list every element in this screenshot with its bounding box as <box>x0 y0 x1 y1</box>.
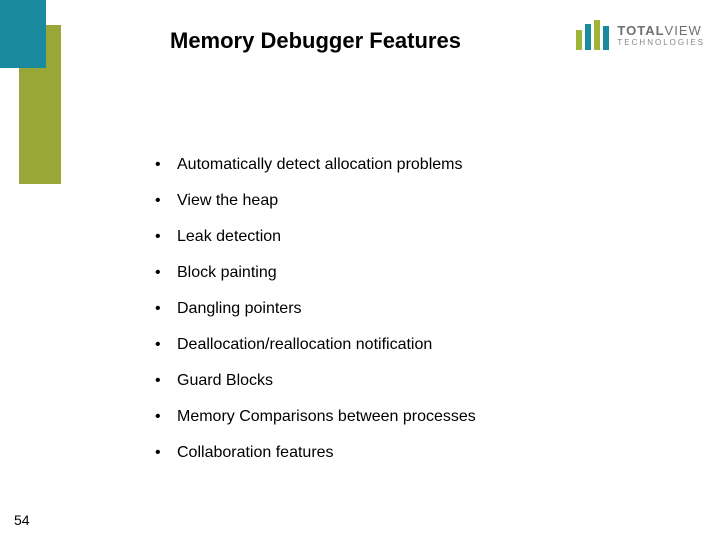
feature-list: Automatically detect allocation problems… <box>115 156 695 480</box>
decorative-block-teal <box>0 0 46 68</box>
brand-name: TOTALVIEW <box>617 24 705 37</box>
list-item: Dangling pointers <box>155 300 695 318</box>
list-item: Deallocation/reallocation notification <box>155 336 695 354</box>
list-item-label: Guard Blocks <box>177 372 273 390</box>
list-item: Block painting <box>155 264 695 282</box>
brand-name-part2: VIEW <box>665 23 702 38</box>
list-item-label: Collaboration features <box>177 444 334 462</box>
list-item: Guard Blocks <box>155 372 695 390</box>
list-item: Automatically detect allocation problems <box>155 156 695 174</box>
list-item: View the heap <box>155 192 695 210</box>
brand-logo-text: TOTALVIEW TECHNOLOGIES <box>617 24 705 47</box>
slide-title: Memory Debugger Features <box>170 28 461 54</box>
list-item-label: Deallocation/reallocation notification <box>177 336 432 354</box>
brand-subtitle: TECHNOLOGIES <box>617 39 705 47</box>
list-item: Leak detection <box>155 228 695 246</box>
list-item-label: Block painting <box>177 264 277 282</box>
list-item-label: Leak detection <box>177 228 281 246</box>
list-item: Memory Comparisons between processes <box>155 408 695 426</box>
list-item-label: View the heap <box>177 192 278 210</box>
list-item-label: Memory Comparisons between processes <box>177 408 476 426</box>
list-item: Collaboration features <box>155 444 695 462</box>
list-item-label: Automatically detect allocation problems <box>177 156 462 174</box>
brand-logo: TOTALVIEW TECHNOLOGIES <box>576 20 705 50</box>
brand-logo-bars-icon <box>576 20 609 50</box>
list-item-label: Dangling pointers <box>177 300 302 318</box>
brand-name-part1: TOTAL <box>617 23 664 38</box>
page-number: 54 <box>14 512 30 528</box>
